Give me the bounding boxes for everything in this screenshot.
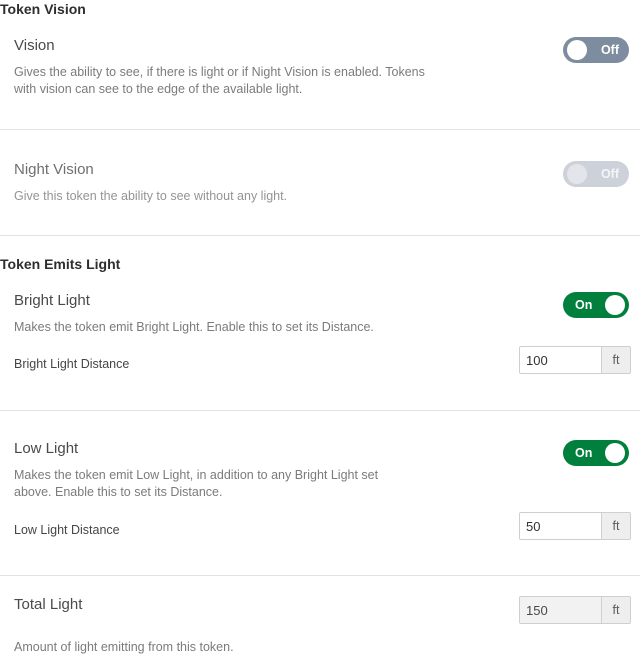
divider	[0, 235, 640, 236]
vision-toggle-label: Off	[601, 37, 619, 63]
vision-title: Vision	[14, 36, 55, 56]
low-light-toggle-label: On	[575, 440, 592, 466]
low-light-distance-label: Low Light Distance	[14, 522, 120, 539]
bright-light-toggle-label: On	[575, 292, 592, 318]
low-light-title: Low Light	[14, 439, 78, 459]
low-light-description: Makes the token emit Low Light, in addit…	[14, 467, 414, 501]
section-header-token-vision: Token Vision	[0, 0, 86, 18]
low-light-distance-input[interactable]	[519, 512, 601, 540]
vision-description: Gives the ability to see, if there is li…	[14, 64, 434, 98]
low-light-distance-input-group: ft	[519, 512, 631, 540]
low-light-distance-unit: ft	[601, 512, 631, 540]
total-light-unit: ft	[601, 596, 631, 624]
vision-toggle[interactable]: Off	[563, 37, 629, 63]
night-vision-description: Give this token the ability to see witho…	[14, 188, 434, 205]
bright-light-distance-input-group: ft	[519, 346, 631, 374]
total-light-title: Total Light	[14, 595, 82, 615]
night-vision-toggle[interactable]: Off	[563, 161, 629, 187]
total-light-input-group: ft	[519, 596, 631, 624]
total-light-input	[519, 596, 601, 624]
bright-light-distance-unit: ft	[601, 346, 631, 374]
night-vision-title: Night Vision	[14, 160, 94, 180]
night-vision-toggle-knob	[567, 164, 587, 184]
bright-light-toggle[interactable]: On	[563, 292, 629, 318]
bright-light-distance-label: Bright Light Distance	[14, 356, 129, 373]
bright-light-title: Bright Light	[14, 291, 90, 311]
divider	[0, 129, 640, 130]
divider	[0, 575, 640, 576]
divider	[0, 410, 640, 411]
section-header-token-emits-light: Token Emits Light	[0, 255, 120, 273]
total-light-description: Amount of light emitting from this token…	[14, 639, 434, 656]
bright-light-description: Makes the token emit Bright Light. Enabl…	[14, 319, 434, 336]
vision-toggle-knob	[567, 40, 587, 60]
bright-light-toggle-knob	[605, 295, 625, 315]
low-light-toggle[interactable]: On	[563, 440, 629, 466]
low-light-toggle-knob	[605, 443, 625, 463]
night-vision-toggle-label: Off	[601, 161, 619, 187]
bright-light-distance-input[interactable]	[519, 346, 601, 374]
